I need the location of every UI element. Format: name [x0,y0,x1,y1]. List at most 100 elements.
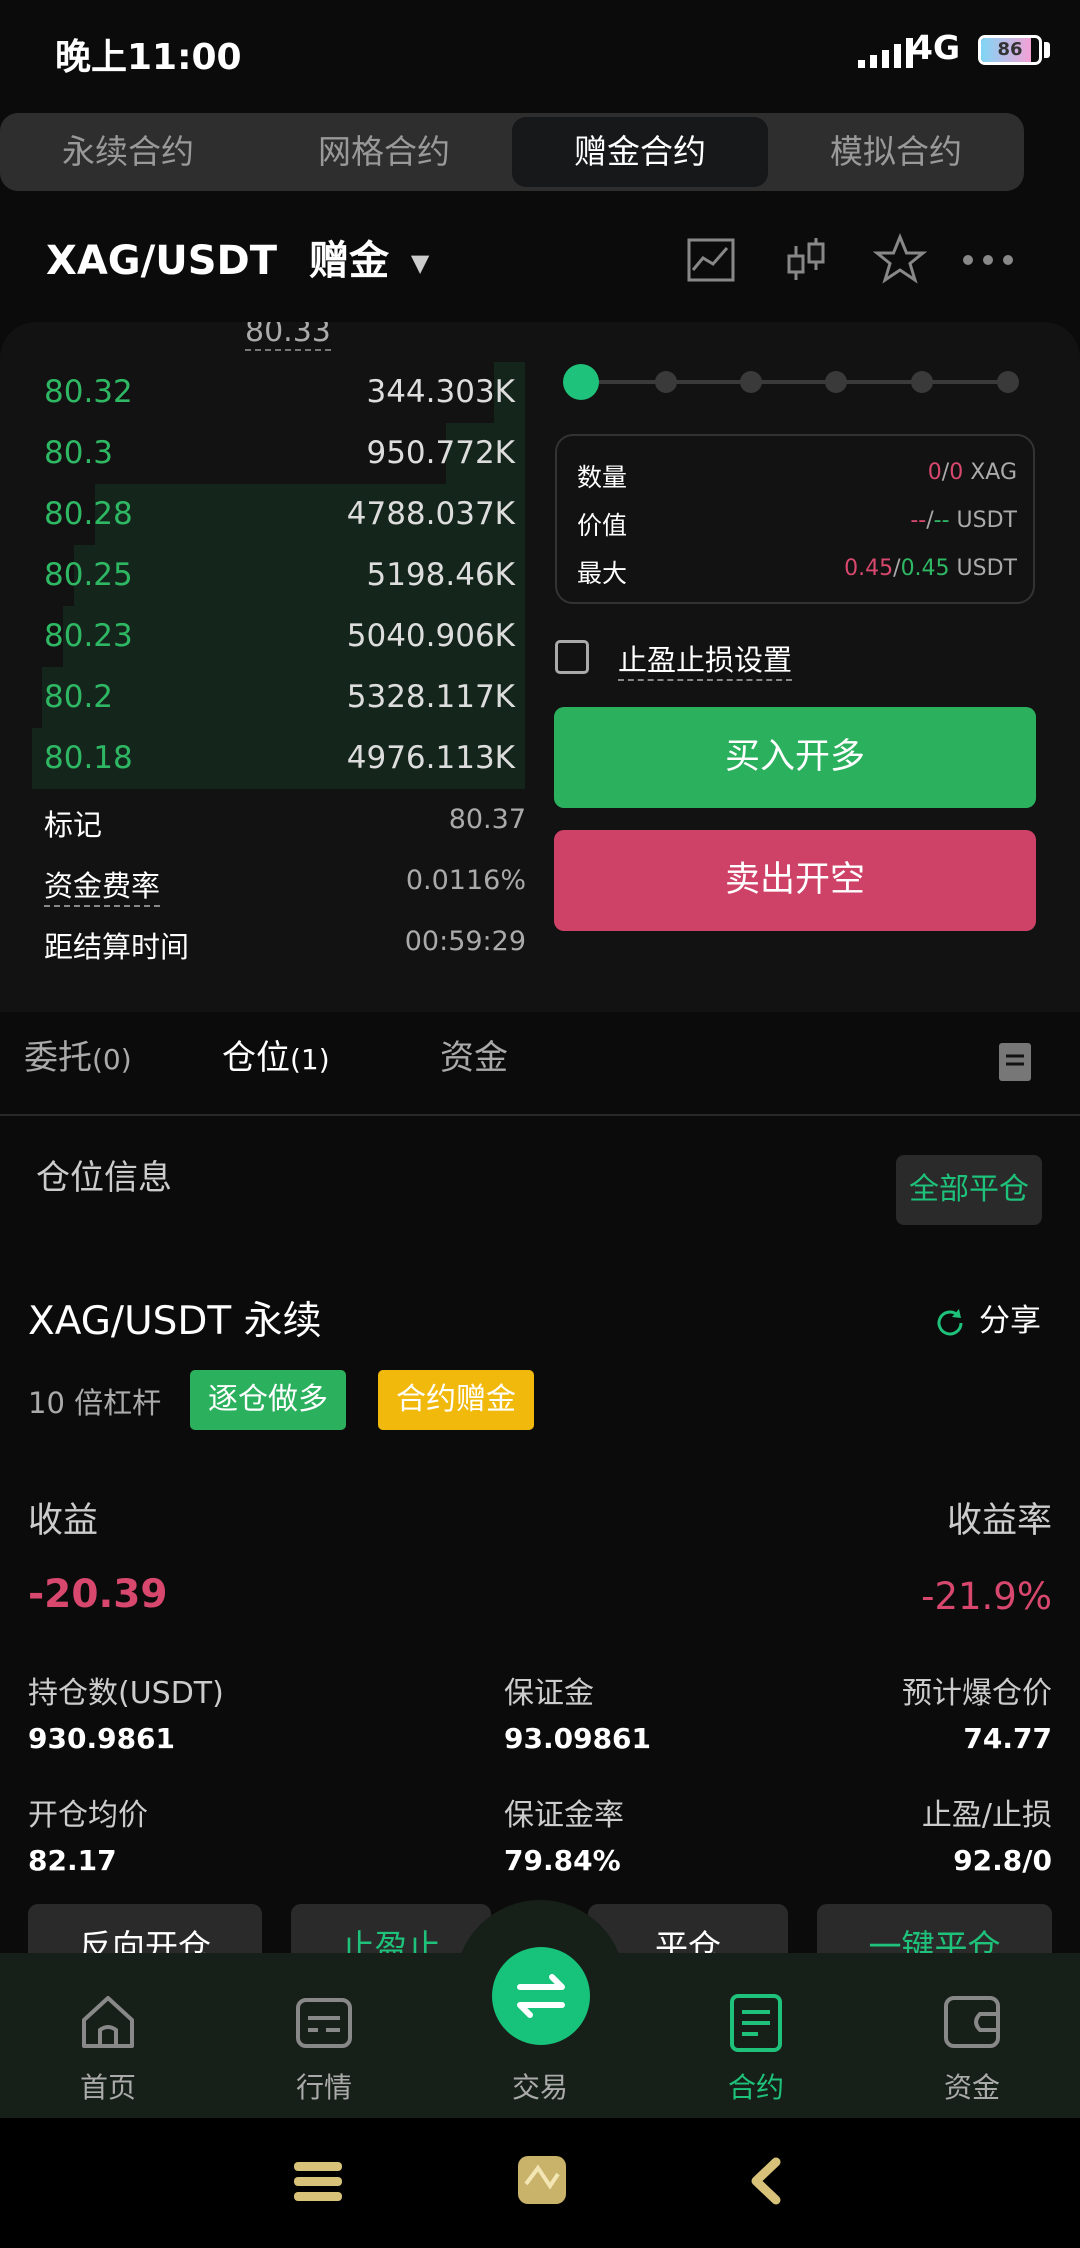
tab-bonus[interactable]: 赠金合约 [512,117,768,187]
nav-home[interactable]: 首页 [33,1990,183,2104]
contract-type-tabs: 永续合约 网格合约 赠金合约 模拟合约 [0,113,1024,191]
pair-badge: 赠金 [308,238,389,284]
nav-assets[interactable]: 资金 [897,1990,1047,2104]
slider-step[interactable] [997,371,1019,393]
bid-price: 80.25 [44,557,133,593]
qty-value: 0/0 XAG [927,460,1017,485]
bid-quantity: 344.303K [366,374,515,410]
buy-long-button[interactable]: 买入开多 [554,707,1036,808]
max-label: 最大 [577,559,628,588]
pair-selector[interactable]: XAG/USDT 赠金 ▼ [46,228,429,286]
funding-rate-row[interactable]: 资金费率 0.0116% [44,863,526,907]
slider-step[interactable] [655,371,677,393]
pnl-label: 收益 [28,1501,99,1541]
tab-assets[interactable]: 资金 [440,1030,508,1079]
contract-icon [730,1994,782,2052]
value-value: --/-- USDT [910,508,1017,533]
tab-perpetual[interactable]: 永续合约 [0,113,256,191]
settlement-label: 距结算时间 [44,930,190,964]
nav-assets-label: 资金 [943,2071,1000,2104]
bid-quantity: 5328.117K [346,679,515,715]
max-value: 0.45/0.45 USDT [844,556,1017,581]
orderbook-bid-row[interactable]: 80.32 344.303K [0,362,525,423]
bid-quantity: 4976.113K [346,740,515,776]
slider-handle[interactable] [563,364,599,400]
status-bar: 晚上11:00 4G 86 [0,0,1080,110]
tpsl-value: 92.8/0 [953,1844,1052,1877]
menu-icon[interactable] [292,2158,344,2206]
bonus-badge: 合约赠金 [378,1370,534,1430]
mark-price-row: 标记 80.37 [44,802,526,844]
bid-price: 80.18 [44,740,133,776]
liq-price-label: 预计爆仓价 [902,1676,1052,1711]
wallet-icon [944,1996,1000,2048]
battery-icon: 86 [978,35,1042,65]
system-nav-bar [0,2118,1080,2248]
nav-contract-label: 合约 [727,2071,784,2104]
bid-price: 80.2 [44,679,114,715]
trading-panel: 80.33 80.32 344.303K 80.3 950.772K 80.28 4788… [0,322,1080,1012]
nav-trade-label[interactable]: 交易 [465,2066,615,2106]
share-label: 分享 [979,1303,1041,1339]
margin-value: 93.09861 [504,1722,652,1755]
bid-quantity: 950.772K [366,435,515,471]
margin-ratio-value: 79.84% [504,1844,621,1877]
position-section-title: 仓位信息 [36,1158,172,1198]
status-time: 晚上11:00 [55,37,242,78]
orderbook-bid-row[interactable]: 80.3 950.772K [0,423,525,484]
share-button[interactable]: 分享 [933,1295,1041,1340]
orderbook-bid-row[interactable]: 80.2 5328.117K [0,667,525,728]
orderbook-bid-row[interactable]: 80.23 5040.906K [0,606,525,667]
nav-home-label: 首页 [79,2071,136,2104]
chart-icon[interactable] [683,232,739,288]
mark-price-label: 标记 [44,808,103,842]
nav-market-label: 行情 [295,2071,352,2104]
tab-grid[interactable]: 网格合约 [256,113,512,191]
home-square-icon[interactable] [516,2154,568,2206]
tpsl-settings-label[interactable]: 止盈止损设置 [618,637,793,681]
nav-market[interactable]: 行情 [249,1990,399,2104]
margin-ratio-label: 保证金率 [504,1798,624,1833]
bid-price: 80.3 [44,435,114,471]
trade-button[interactable] [492,1947,590,2045]
trade-swap-icon [517,1974,565,2018]
orderbook-bid-row[interactable]: 80.25 5198.46K [0,545,525,606]
document-icon[interactable] [998,1042,1032,1082]
orderbook-bid-row[interactable]: 80.18 4976.113K [0,728,525,789]
sell-short-button[interactable]: 卖出开空 [554,830,1036,931]
tpsl-checkbox[interactable] [555,640,589,674]
close-all-button[interactable]: 全部平仓 [896,1155,1042,1225]
funding-rate-value: 0.0116% [405,865,526,896]
roe-value: -21.9% [921,1575,1052,1618]
tpsl-label: 止盈/止损 [921,1798,1052,1833]
nav-contract[interactable]: 合约 [681,1990,831,2104]
battery-level: 86 [997,39,1023,60]
qty-label: 数量 [577,463,628,492]
network-type: 4G [910,28,961,67]
back-icon[interactable] [748,2156,784,2206]
caret-down-icon: ▼ [410,249,430,277]
candlestick-icon[interactable] [778,232,834,288]
slider-step[interactable] [825,371,847,393]
slider-step[interactable] [911,371,933,393]
star-icon[interactable] [872,232,928,288]
mark-price-value: 80.37 [448,804,526,835]
tab-demo[interactable]: 模拟合约 [768,113,1024,191]
leverage-slider-track[interactable] [580,380,1010,384]
bid-quantity: 4788.037K [346,496,515,532]
bid-quantity: 5198.46K [366,557,515,593]
orderbook-bid-row[interactable]: 80.28 4788.037K [0,484,525,545]
battery-tip [1044,42,1050,58]
tab-orders[interactable]: 委托(0) [24,1030,132,1079]
entry-price-value: 82.17 [28,1844,117,1877]
slider-step[interactable] [740,371,762,393]
more-icon[interactable] [960,232,1016,288]
bid-quantity: 5040.906K [346,618,515,654]
settlement-countdown: 00:59:29 [404,926,526,957]
max-row: 最大 0.45/0.45 USDT [577,554,1017,590]
bid-price: 80.32 [44,374,133,410]
tab-positions[interactable]: 仓位(1) [222,1030,330,1079]
margin-label: 保证金 [504,1676,594,1711]
liq-price-value: 74.77 [963,1722,1052,1755]
pair-symbol: XAG/USDT [46,238,278,284]
